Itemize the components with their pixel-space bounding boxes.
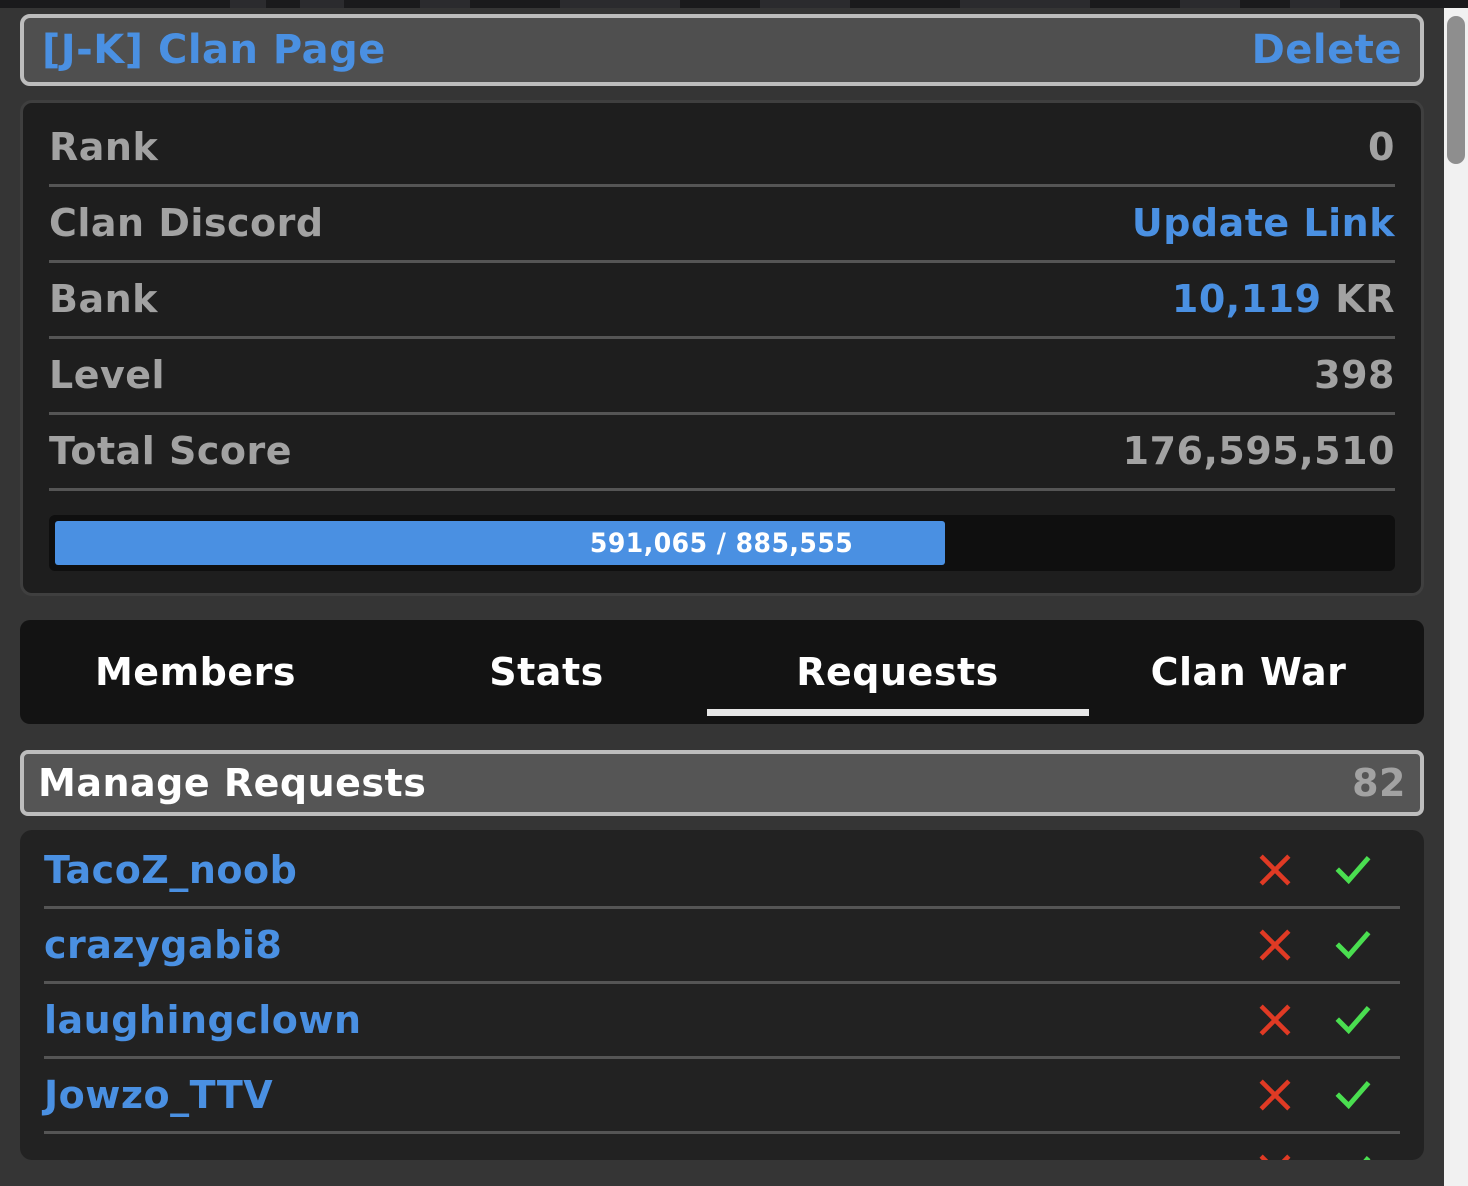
check-icon[interactable] — [1332, 924, 1374, 966]
request-actions — [1254, 1149, 1400, 1160]
bank-currency-unit: KR — [1335, 277, 1395, 321]
request-player-name[interactable]: laughingclown — [44, 998, 362, 1043]
clan-page-root: [J-K] Clan Page Delete Rank 0 Clan Disco… — [0, 8, 1444, 1186]
stat-row-bank: Bank 10,119 KR — [49, 263, 1395, 339]
bank-amount: 10,119 — [1171, 277, 1322, 321]
top-content-sliver — [0, 0, 1468, 8]
request-actions — [1254, 1074, 1400, 1116]
progress-label: 591,065 / 885,555 — [590, 527, 854, 559]
x-icon[interactable] — [1254, 1074, 1296, 1116]
stat-value-rank: 0 — [1368, 125, 1395, 169]
manage-requests-header: Manage Requests 82 — [20, 750, 1424, 816]
update-link-button[interactable]: Update Link — [1132, 201, 1395, 246]
tab-members[interactable]: Members — [20, 620, 371, 724]
request-actions — [1254, 999, 1400, 1041]
table-row — [44, 1134, 1400, 1160]
x-icon[interactable] — [1254, 849, 1296, 891]
x-icon[interactable] — [1254, 1149, 1296, 1160]
clan-stats-card: Rank 0 Clan Discord Update Link Bank 10,… — [20, 100, 1424, 596]
tab-requests[interactable]: Requests — [722, 620, 1073, 724]
clan-xp-progress-bar: 591,065 / 885,555 — [49, 515, 1395, 571]
stat-value-total-score: 176,595,510 — [1122, 429, 1395, 473]
requests-count-badge: 82 — [1352, 760, 1406, 805]
section-title: Manage Requests — [38, 760, 427, 805]
stat-label-total-score: Total Score — [49, 429, 293, 473]
page-title: [J-K] Clan Page — [42, 27, 386, 73]
x-icon[interactable] — [1254, 924, 1296, 966]
stat-label-level: Level — [49, 353, 166, 397]
stat-row-level: Level 398 — [49, 339, 1395, 415]
request-actions — [1254, 924, 1400, 966]
check-icon[interactable] — [1332, 1074, 1374, 1116]
check-icon[interactable] — [1332, 999, 1374, 1041]
stat-row-total-score: Total Score 176,595,510 — [49, 415, 1395, 491]
request-actions — [1254, 849, 1400, 891]
tab-stats[interactable]: Stats — [371, 620, 722, 724]
stat-row-clan-discord: Clan Discord Update Link — [49, 187, 1395, 263]
stat-label-clan-discord: Clan Discord — [49, 201, 324, 245]
stat-value-bank: 10,119 KR — [1172, 277, 1395, 322]
request-player-name[interactable]: Jowzo_TTV — [44, 1073, 273, 1118]
requests-list: TacoZ_noob crazygabi8 laughingclown Jowz… — [20, 830, 1424, 1160]
clan-page-header: [J-K] Clan Page Delete — [20, 14, 1424, 86]
table-row: crazygabi8 — [44, 909, 1400, 984]
table-row: TacoZ_noob — [44, 834, 1400, 909]
tab-clan-war[interactable]: Clan War — [1073, 620, 1424, 724]
page-scrollbar[interactable] — [1444, 8, 1468, 1186]
stat-value-level: 398 — [1314, 353, 1395, 397]
check-icon[interactable] — [1332, 849, 1374, 891]
x-icon[interactable] — [1254, 999, 1296, 1041]
request-player-name[interactable]: crazygabi8 — [44, 923, 282, 968]
table-row: Jowzo_TTV — [44, 1059, 1400, 1134]
stat-label-rank: Rank — [49, 125, 159, 169]
request-player-name[interactable]: TacoZ_noob — [44, 848, 297, 893]
delete-clan-button[interactable]: Delete — [1252, 27, 1402, 73]
clan-tab-bar: Members Stats Requests Clan War — [20, 620, 1424, 724]
table-row: laughingclown — [44, 984, 1400, 1059]
stat-label-bank: Bank — [49, 277, 158, 321]
scrollbar-thumb[interactable] — [1447, 16, 1465, 164]
check-icon[interactable] — [1332, 1149, 1374, 1160]
stat-row-rank: Rank 0 — [49, 111, 1395, 187]
